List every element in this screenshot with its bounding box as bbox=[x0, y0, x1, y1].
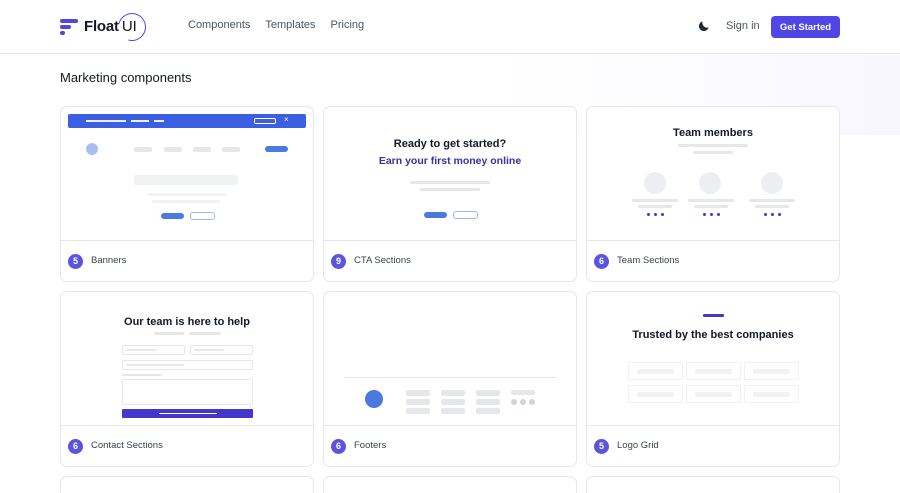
card-team-sections[interactable]: Team members 6 Team Sections bbox=[586, 106, 840, 282]
card-footer: 6 Contact Sections bbox=[61, 426, 313, 466]
logo-grid-preview: Trusted by the best companies bbox=[587, 292, 839, 426]
card-footer: 5 Logo Grid bbox=[587, 426, 839, 466]
nav-pricing[interactable]: Pricing bbox=[331, 19, 365, 31]
card-cta-sections[interactable]: Ready to get started? Earn your first mo… bbox=[323, 106, 577, 282]
brand-name: Float bbox=[84, 17, 119, 35]
close-icon: × bbox=[284, 115, 289, 124]
count-badge: 5 bbox=[68, 254, 83, 269]
preview-heading: Our team is here to help bbox=[124, 316, 250, 328]
get-started-button[interactable]: Get Started bbox=[771, 16, 840, 38]
card-footer: 9 CTA Sections bbox=[324, 241, 576, 281]
card-label: Team Sections bbox=[617, 255, 680, 266]
card-label: Footers bbox=[354, 440, 387, 451]
card-logo-grid[interactable]: Trusted by the best companies 5 Logo Gri… bbox=[586, 291, 840, 467]
card-footer: 5 Banners bbox=[61, 241, 313, 281]
card-footer: 6 Team Sections bbox=[587, 241, 839, 281]
contact-preview: Our team is here to help bbox=[61, 292, 313, 426]
section-title: Marketing components bbox=[60, 70, 192, 85]
count-badge: 6 bbox=[594, 254, 609, 269]
brand-logo[interactable]: Float UI bbox=[60, 7, 151, 46]
cta-preview: Ready to get started? Earn your first mo… bbox=[324, 107, 576, 241]
count-badge: 6 bbox=[68, 439, 83, 454]
card-banners[interactable]: × 5 Banners bbox=[60, 106, 314, 282]
banners-preview: × bbox=[61, 107, 313, 241]
preview-heading: Team members bbox=[673, 127, 753, 139]
top-navbar: Float UI Components Templates Pricing Si… bbox=[0, 0, 900, 54]
count-badge: 5 bbox=[594, 439, 609, 454]
card-label: CTA Sections bbox=[354, 255, 411, 266]
brand-suffix: UI bbox=[112, 7, 151, 46]
card-next-row[interactable] bbox=[586, 476, 840, 493]
card-contact-sections[interactable]: Our team is here to help 6 Contact Secti… bbox=[60, 291, 314, 467]
preview-heading: Trusted by the best companies bbox=[632, 329, 794, 341]
card-label: Banners bbox=[91, 255, 127, 266]
sign-in-link[interactable]: Sign in bbox=[726, 20, 760, 32]
preview-heading: Ready to get started? bbox=[393, 138, 507, 150]
nav-templates[interactable]: Templates bbox=[265, 19, 315, 31]
team-preview: Team members bbox=[587, 107, 839, 241]
card-footer: 6 Footers bbox=[324, 426, 576, 466]
card-next-row[interactable] bbox=[323, 476, 577, 493]
card-footers[interactable]: 6 Footers bbox=[323, 291, 577, 467]
card-label: Contact Sections bbox=[91, 440, 163, 451]
footers-preview bbox=[324, 292, 576, 426]
card-next-row[interactable] bbox=[60, 476, 314, 493]
count-badge: 9 bbox=[331, 254, 346, 269]
logo-icon bbox=[60, 17, 80, 35]
nav-components[interactable]: Components bbox=[188, 19, 250, 31]
main-nav: Components Templates Pricing bbox=[188, 19, 379, 31]
preview-subheading: Earn your first money online bbox=[378, 155, 522, 167]
count-badge: 6 bbox=[331, 439, 346, 454]
moon-icon[interactable] bbox=[697, 19, 711, 33]
card-label: Logo Grid bbox=[617, 440, 659, 451]
